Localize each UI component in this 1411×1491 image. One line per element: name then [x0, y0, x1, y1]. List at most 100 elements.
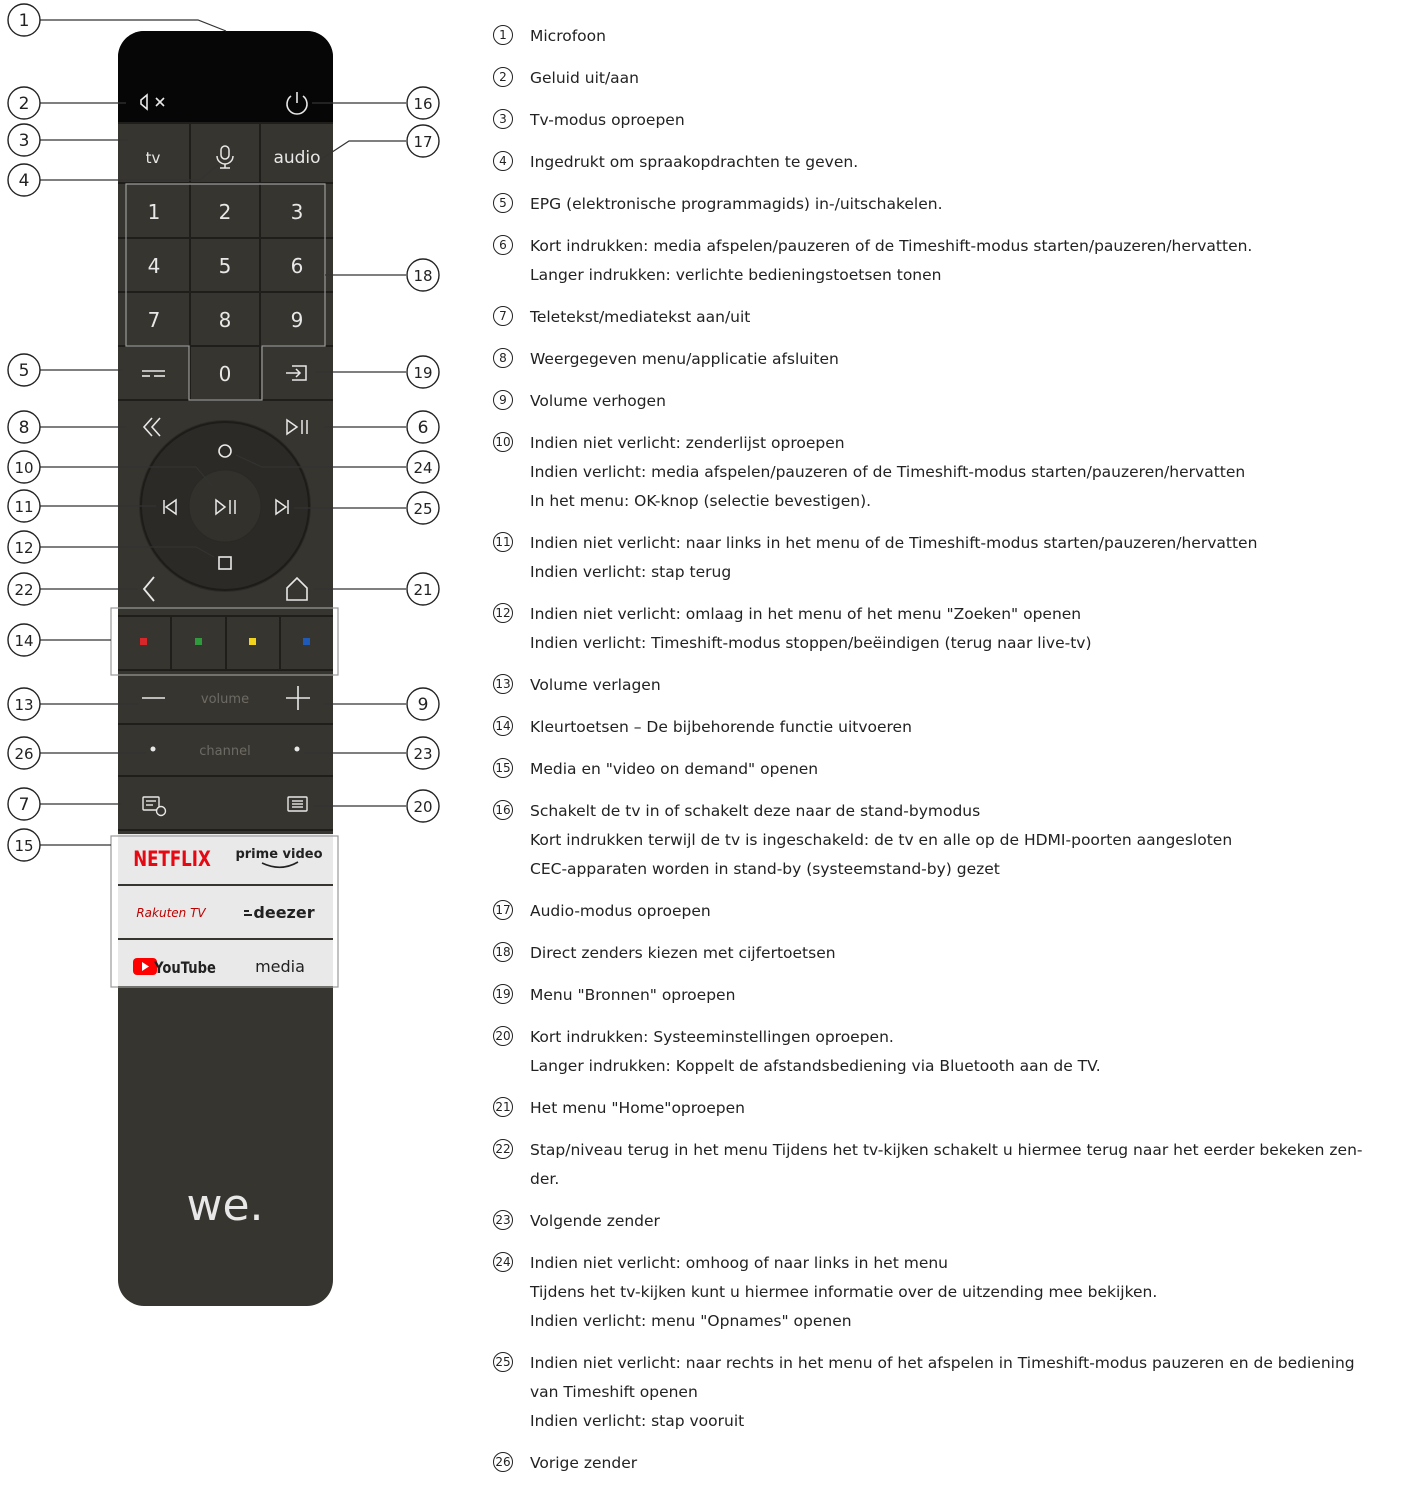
callout-number: 6: [418, 418, 429, 438]
legend-text: Tv-modus oproepen: [530, 111, 685, 129]
callout-number: 16: [413, 95, 432, 113]
prime-video-logo[interactable]: prime video: [235, 847, 322, 862]
legend-number: 14: [493, 716, 513, 736]
legend-number: 16: [493, 800, 513, 820]
legend-item: 24 Indien niet verlicht: omhoog of naar l…: [493, 1249, 1393, 1336]
legend-item: 8 Weergegeven menu/applicatie afsluiten: [493, 345, 1393, 374]
red-key[interactable]: [140, 638, 147, 645]
channel-down-dot[interactable]: [150, 746, 156, 752]
yellow-key[interactable]: [249, 638, 256, 645]
legend-text: Geluid uit/aan: [530, 69, 639, 87]
callout-8: 8: [7, 410, 41, 444]
callout-21: 21: [406, 572, 440, 606]
legend-number: 3: [493, 109, 513, 129]
digit-0-button[interactable]: 0: [219, 362, 232, 386]
legend-text: Stap/niveau terug in het menu Tijdens he…: [530, 1141, 1363, 1159]
legend-item: 25 Indien niet verlicht: naar rechts in h…: [493, 1349, 1393, 1436]
digit-9-button[interactable]: 9: [291, 308, 304, 332]
legend-item: 23 Volgende zender: [493, 1207, 1393, 1236]
legend-item: 17 Audio-modus oproepen: [493, 897, 1393, 926]
ok-button[interactable]: [188, 469, 262, 543]
legend: 1 Microfoon 2 Geluid uit/aan 3 Tv-modus oproe…: [493, 22, 1393, 1491]
digit-2-button[interactable]: 2: [219, 200, 232, 224]
legend-text: Indien verlicht: stap vooruit: [530, 1412, 745, 1430]
blue-key[interactable]: [303, 638, 310, 645]
callout-7: 7: [7, 787, 41, 821]
callout-3: 3: [7, 123, 41, 157]
callout-9: 9: [406, 687, 440, 721]
legend-item: 7 Teletekst/mediatekst aan/uit: [493, 303, 1393, 332]
legend-item: 18 Direct zenders kiezen met cijfertoetse…: [493, 939, 1393, 968]
digit-1-button[interactable]: 1: [148, 200, 161, 224]
digit-7-button[interactable]: 7: [148, 308, 161, 332]
legend-number: 20: [493, 1026, 513, 1046]
callout-15: 15: [7, 828, 41, 862]
legend-number: 26: [493, 1452, 513, 1472]
callout-number: 21: [413, 581, 432, 599]
legend-text: Indien niet verlicht: naar links in het …: [530, 534, 1258, 552]
legend-text: Menu "Bronnen" oproepen: [530, 986, 736, 1004]
digit-4-button[interactable]: 4: [148, 254, 161, 278]
digit-6-button[interactable]: 6: [291, 254, 304, 278]
digit-8-button[interactable]: 8: [219, 308, 232, 332]
legend-text: Volgende zender: [530, 1212, 660, 1230]
callout-number: 23: [413, 745, 432, 763]
digit-5-button[interactable]: 5: [219, 254, 232, 278]
callout-12: 12: [7, 530, 41, 564]
callout-5: 5: [7, 353, 41, 387]
legend-item: 26 Vorige zender: [493, 1449, 1393, 1478]
callout-number: 14: [14, 632, 33, 650]
callout-number: 4: [19, 171, 30, 191]
youtube-logo[interactable]: YouTube: [153, 959, 216, 978]
tv-button[interactable]: tv: [146, 149, 161, 167]
callout-number: 2: [19, 94, 30, 114]
legend-item: 3 Tv-modus oproepen: [493, 106, 1393, 135]
netflix-logo[interactable]: NETFLIX: [133, 847, 211, 871]
callout-17: 17: [406, 124, 440, 158]
callout-25: 25: [406, 491, 440, 525]
legend-number: 15: [493, 758, 513, 778]
legend-number: 24: [493, 1252, 513, 1272]
callout-13: 13: [7, 687, 41, 721]
callout-number: 25: [413, 500, 432, 518]
rakuten-logo[interactable]: Rakuten TV: [136, 906, 206, 920]
audio-button[interactable]: audio: [273, 148, 320, 168]
deezer-logo[interactable]: deezer: [253, 903, 314, 922]
green-key[interactable]: [195, 638, 202, 645]
callout-20: 20: [406, 789, 440, 823]
callout-23: 23: [406, 736, 440, 770]
legend-item: 10 Indien niet verlicht: zenderlijst opro…: [493, 429, 1393, 516]
legend-item: 20 Kort indrukken: Systeeminstellingen op…: [493, 1023, 1393, 1081]
callout-number: 13: [14, 696, 33, 714]
callout-18: 18: [406, 258, 440, 292]
legend-text: Het menu "Home"oproepen: [530, 1099, 746, 1117]
legend-text: Microfoon: [530, 27, 606, 45]
legend-item: 14 Kleurtoetsen – De bijbehorende functie…: [493, 713, 1393, 742]
legend-item: 4 Ingedrukt om spraakopdrachten te geven.: [493, 148, 1393, 177]
callout-1: 1: [7, 3, 41, 37]
callout-4: 4: [7, 163, 41, 197]
legend-text: Kort indrukken terwijl de tv is ingescha…: [530, 831, 1233, 849]
legend-text: Indien niet verlicht: omhoog of naar lin…: [530, 1254, 949, 1272]
legend-item: 15 Media en "video on demand" openen: [493, 755, 1393, 784]
digit-3-button[interactable]: 3: [291, 200, 304, 224]
legend-text: Indien niet verlicht: naar rechts in het…: [530, 1354, 1355, 1372]
callout-number: 26: [14, 745, 33, 763]
legend-item: 22 Stap/niveau terug in het menu Tijdens …: [493, 1136, 1393, 1194]
callout-14: 14: [7, 623, 41, 657]
callout-24: 24: [406, 450, 440, 484]
callout-16: 16: [406, 86, 440, 120]
volume-label: volume: [201, 692, 249, 707]
channel-up-dot[interactable]: [294, 746, 300, 752]
callout-number: 9: [418, 695, 429, 715]
legend-number: 18: [493, 942, 513, 962]
media-button[interactable]: media: [255, 957, 305, 976]
legend-number: 2: [493, 67, 513, 87]
callout-10: 10: [7, 450, 41, 484]
legend-text: Kort indrukken: media afspelen/pauzeren …: [530, 237, 1253, 255]
callout-number: 17: [413, 133, 432, 151]
legend-text: Indien niet verlicht: zenderlijst oproep…: [530, 434, 845, 452]
legend-number: 6: [493, 235, 513, 255]
legend-number: 17: [493, 900, 513, 920]
callout-19: 19: [406, 355, 440, 389]
